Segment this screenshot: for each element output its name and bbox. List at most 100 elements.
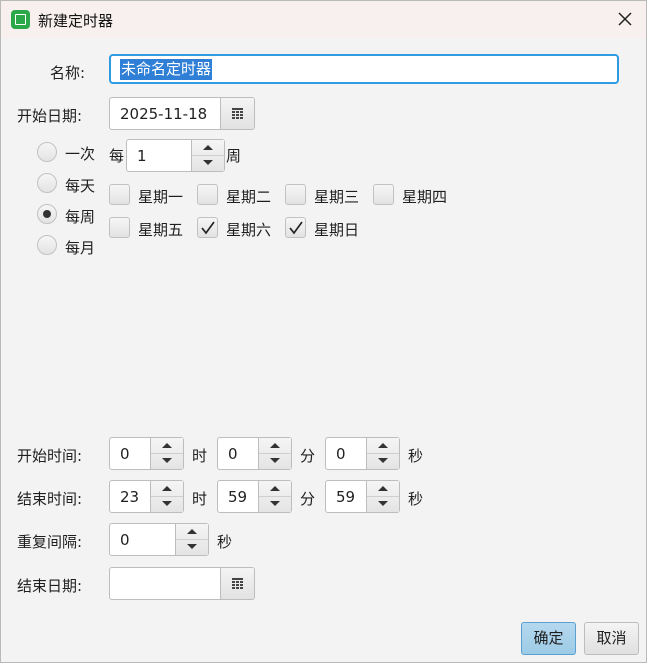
- checkbox-sunday-label: 星期日: [314, 221, 360, 239]
- checkbox-sunday[interactable]: [285, 217, 306, 238]
- arrow-down-icon: [162, 458, 172, 463]
- ok-button[interactable]: 确定: [521, 622, 576, 655]
- end-minute-value: 59: [228, 488, 248, 506]
- end-hour-value: 23: [120, 488, 140, 506]
- start-hour-unit: 时: [192, 447, 208, 465]
- start-minute-decrement-button[interactable]: [259, 453, 291, 468]
- start-minute-unit: 分: [300, 447, 316, 465]
- week-interval-value: 1: [137, 147, 147, 165]
- repeat-interval-decrement-button[interactable]: [176, 539, 208, 554]
- radio-daily-label: 每天: [65, 177, 96, 195]
- repeat-interval-spinner[interactable]: 0: [109, 523, 209, 556]
- name-input[interactable]: 未命名定时器: [109, 54, 619, 84]
- start-date-value: 2025-11-18: [120, 105, 208, 123]
- radio-monthly-label: 每月: [65, 239, 96, 257]
- week-interval-decrement-button[interactable]: [192, 155, 224, 170]
- end-date-label: 结束日期:: [17, 577, 83, 595]
- name-input-value: 未命名定时器: [120, 59, 213, 80]
- radio-weekly[interactable]: [37, 204, 57, 224]
- arrow-up-icon: [162, 486, 172, 491]
- arrow-up-icon: [378, 443, 388, 448]
- repeat-interval-unit: 秒: [217, 533, 233, 551]
- start-second-value: 0: [336, 445, 346, 463]
- timer-chip-icon: [11, 10, 30, 29]
- start-second-spinner[interactable]: 0: [325, 437, 400, 470]
- end-date-picker[interactable]: [109, 567, 255, 600]
- arrow-down-icon: [270, 501, 280, 506]
- checkbox-thursday[interactable]: [373, 184, 394, 205]
- end-second-unit: 秒: [408, 490, 424, 508]
- start-date-calendar-button[interactable]: [220, 98, 254, 129]
- radio-weekly-label: 每周: [65, 208, 96, 226]
- start-time-label: 开始时间:: [17, 447, 83, 465]
- close-icon: [618, 12, 632, 26]
- radio-daily[interactable]: [37, 173, 57, 193]
- start-date-picker[interactable]: 2025-11-18: [109, 97, 255, 130]
- arrow-up-icon: [270, 486, 280, 491]
- radio-selected-dot: [43, 210, 51, 218]
- start-second-unit: 秒: [408, 447, 424, 465]
- start-minute-value: 0: [228, 445, 238, 463]
- start-hour-spinner[interactable]: 0: [109, 437, 184, 470]
- radio-once[interactable]: [37, 142, 57, 162]
- arrow-down-icon: [162, 501, 172, 506]
- arrow-down-icon: [378, 501, 388, 506]
- close-button[interactable]: [612, 7, 638, 31]
- end-date-calendar-button[interactable]: [220, 568, 254, 599]
- end-second-value: 59: [336, 488, 356, 506]
- start-date-label: 开始日期:: [17, 107, 83, 125]
- start-hour-decrement-button[interactable]: [151, 453, 183, 468]
- cancel-button[interactable]: 取消: [584, 622, 639, 655]
- arrow-up-icon: [162, 443, 172, 448]
- checkbox-monday-label: 星期一: [138, 188, 184, 206]
- arrow-down-icon: [378, 458, 388, 463]
- repeat-interval-label: 重复间隔:: [17, 533, 83, 551]
- checkbox-tuesday-label: 星期二: [226, 188, 272, 206]
- end-hour-increment-button[interactable]: [151, 481, 183, 497]
- arrow-down-icon: [270, 458, 280, 463]
- checkmark-icon: [201, 221, 215, 235]
- radio-monthly[interactable]: [37, 235, 57, 255]
- end-minute-unit: 分: [300, 490, 316, 508]
- start-second-increment-button[interactable]: [367, 438, 399, 454]
- arrow-up-icon: [270, 443, 280, 448]
- start-minute-increment-button[interactable]: [259, 438, 291, 454]
- end-hour-unit: 时: [192, 490, 208, 508]
- week-interval-spinner[interactable]: 1: [126, 139, 225, 172]
- end-hour-spinner[interactable]: 23: [109, 480, 184, 513]
- repeat-interval-increment-button[interactable]: [176, 524, 208, 540]
- arrow-down-icon: [203, 160, 213, 165]
- arrow-up-icon: [203, 145, 213, 150]
- name-label: 名称:: [50, 64, 86, 82]
- every-prefix-label: 每: [109, 147, 125, 165]
- end-second-spinner[interactable]: 59: [325, 480, 400, 513]
- end-second-increment-button[interactable]: [367, 481, 399, 497]
- arrow-down-icon: [187, 544, 197, 549]
- end-time-label: 结束时间:: [17, 490, 83, 508]
- end-minute-increment-button[interactable]: [259, 481, 291, 497]
- checkbox-monday[interactable]: [109, 184, 130, 205]
- checkbox-tuesday[interactable]: [197, 184, 218, 205]
- calendar-icon: [232, 108, 243, 119]
- week-interval-increment-button[interactable]: [192, 140, 224, 156]
- repeat-interval-value: 0: [120, 531, 130, 549]
- checkbox-friday[interactable]: [109, 217, 130, 238]
- checkbox-wednesday[interactable]: [285, 184, 306, 205]
- start-hour-increment-button[interactable]: [151, 438, 183, 454]
- title-bar: 新建定时器: [1, 1, 646, 38]
- end-minute-decrement-button[interactable]: [259, 496, 291, 511]
- calendar-icon: [232, 578, 243, 589]
- window-title: 新建定时器: [38, 12, 114, 30]
- start-second-decrement-button[interactable]: [367, 453, 399, 468]
- checkbox-thursday-label: 星期四: [402, 188, 448, 206]
- arrow-up-icon: [187, 529, 197, 534]
- checkbox-saturday[interactable]: [197, 217, 218, 238]
- start-minute-spinner[interactable]: 0: [217, 437, 292, 470]
- checkbox-saturday-label: 星期六: [226, 221, 272, 239]
- start-hour-value: 0: [120, 445, 130, 463]
- checkbox-friday-label: 星期五: [138, 221, 184, 239]
- end-hour-decrement-button[interactable]: [151, 496, 183, 511]
- end-second-decrement-button[interactable]: [367, 496, 399, 511]
- end-minute-spinner[interactable]: 59: [217, 480, 292, 513]
- radio-once-label: 一次: [65, 145, 96, 163]
